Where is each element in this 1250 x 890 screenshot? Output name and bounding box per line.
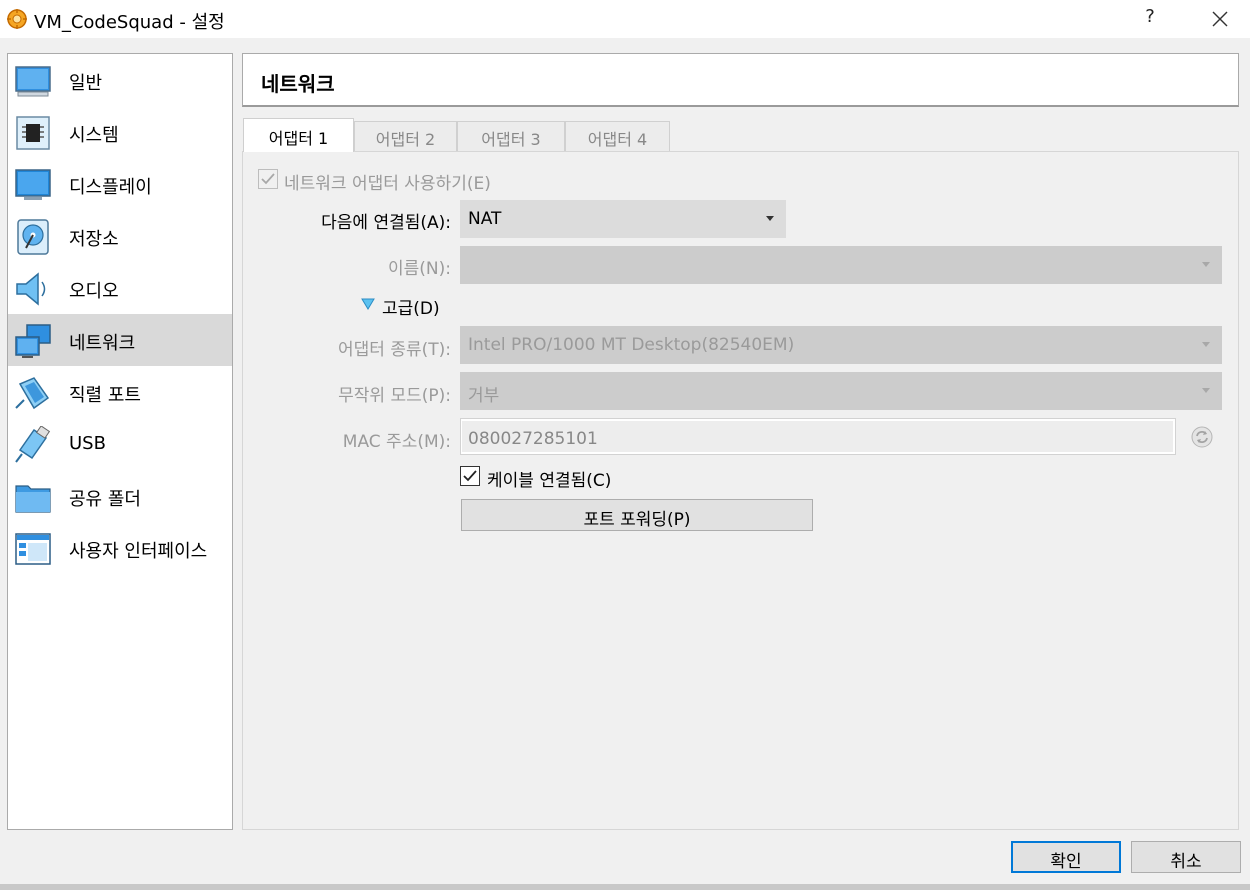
sidebar-item-general[interactable]: 일반 [8, 54, 232, 106]
tab-adapter-1[interactable]: 어댑터 1 [243, 118, 354, 152]
close-icon[interactable] [1206, 5, 1234, 33]
mac-address-label: MAC 주소(M): [342, 432, 451, 452]
sidebar-item-label: 직렬 포트 [69, 385, 141, 406]
chevron-down-icon [1202, 342, 1210, 347]
chevron-down-icon [1202, 262, 1210, 267]
settings-sidebar: 일반 시스템 디스플레이 저장소 오디오 네트워크 직렬 포트 USB 공유 폴… [7, 53, 233, 830]
cancel-button[interactable]: 취소 [1131, 841, 1241, 873]
usb-icon [15, 426, 51, 463]
ok-button[interactable]: 확인 [1011, 841, 1121, 873]
sidebar-item-label: 네트워크 [69, 333, 136, 354]
cable-connected-label: 케이블 연결됨(C) [487, 471, 612, 491]
sidebar-item-label: 일반 [69, 73, 103, 94]
sidebar-item-audio[interactable]: 오디오 [8, 262, 232, 314]
sidebar-item-label: 디스플레이 [69, 177, 152, 198]
shared-folder-icon [15, 485, 51, 513]
help-button[interactable]: ? [1138, 6, 1162, 30]
adapter-type-select[interactable]: Intel PRO/1000 MT Desktop(82540EM) [460, 326, 1222, 364]
sidebar-item-network[interactable]: 네트워크 [8, 314, 232, 366]
user-interface-icon [15, 533, 51, 565]
port-forwarding-button[interactable]: 포트 포워딩(P) [461, 499, 813, 531]
display-icon [15, 169, 51, 200]
adapter-type-label: 어댑터 종류(T): [338, 340, 451, 360]
advanced-toggle[interactable]: 고급(D) [382, 294, 440, 319]
sidebar-item-label: 오디오 [69, 281, 119, 302]
chevron-down-icon [766, 216, 774, 221]
audio-icon [16, 272, 46, 306]
attached-to-select[interactable]: NAT [460, 200, 786, 238]
sidebar-item-system[interactable]: 시스템 [8, 106, 232, 158]
serial-port-icon [15, 377, 50, 410]
attached-to-label: 다음에 연결됨(A): [321, 213, 451, 233]
section-header: 네트워크 [242, 53, 1239, 107]
sidebar-item-label: 저장소 [69, 229, 119, 250]
tab-adapter-4[interactable]: 어댑터 4 [565, 121, 670, 151]
sidebar-item-shared-folder[interactable]: 공유 폴더 [8, 470, 232, 522]
mac-address-field-inner: 080027285101 [462, 421, 1173, 452]
sidebar-item-label: USB [69, 433, 106, 454]
background-window-strip [0, 884, 1250, 890]
sidebar-item-display[interactable]: 디스플레이 [8, 158, 232, 210]
mac-address-field[interactable]: 080027285101 [460, 418, 1176, 455]
network-icon [15, 324, 51, 358]
sidebar-item-storage[interactable]: 저장소 [8, 210, 232, 262]
sidebar-item-serial-port[interactable]: 직렬 포트 [8, 366, 232, 418]
sidebar-item-label: 시스템 [69, 125, 119, 146]
adapter-type-value: Intel PRO/1000 MT Desktop(82540EM) [468, 335, 795, 355]
sidebar-item-label: 공유 폴더 [69, 489, 141, 510]
storage-icon [17, 219, 49, 255]
sidebar-item-user-interface[interactable]: 사용자 인터페이스 [8, 522, 232, 574]
window-title: VM_CodeSquad - 설정 [34, 12, 225, 33]
title-bar: VM_CodeSquad - 설정 ? [0, 0, 1250, 38]
chevron-down-icon [1202, 388, 1210, 393]
tab-adapter-3[interactable]: 어댑터 3 [457, 121, 565, 151]
sidebar-item-usb[interactable]: USB [8, 418, 232, 470]
tab-adapter-2[interactable]: 어댑터 2 [354, 121, 457, 151]
promiscuous-mode-value: 거부 [468, 386, 500, 406]
attached-to-value: NAT [468, 209, 502, 229]
promiscuous-mode-select[interactable]: 거부 [460, 372, 1222, 410]
promiscuous-mode-label: 무작위 모드(P): [338, 386, 451, 406]
expand-triangle-icon[interactable] [361, 298, 375, 310]
enable-adapter-label: 네트워크 어댑터 사용하기(E) [284, 174, 491, 194]
refresh-mac-icon[interactable] [1190, 425, 1214, 449]
sidebar-item-label: 사용자 인터페이스 [69, 541, 208, 562]
cable-connected-checkbox[interactable] [460, 466, 480, 486]
name-select[interactable] [460, 246, 1222, 284]
system-icon [16, 116, 50, 150]
section-title: 네트워크 [261, 72, 335, 96]
name-label: 이름(N): [388, 259, 451, 279]
virtualbox-app-icon [7, 9, 27, 29]
enable-adapter-checkbox[interactable] [258, 169, 278, 189]
mac-address-value: 080027285101 [468, 429, 598, 449]
general-icon [15, 66, 51, 97]
